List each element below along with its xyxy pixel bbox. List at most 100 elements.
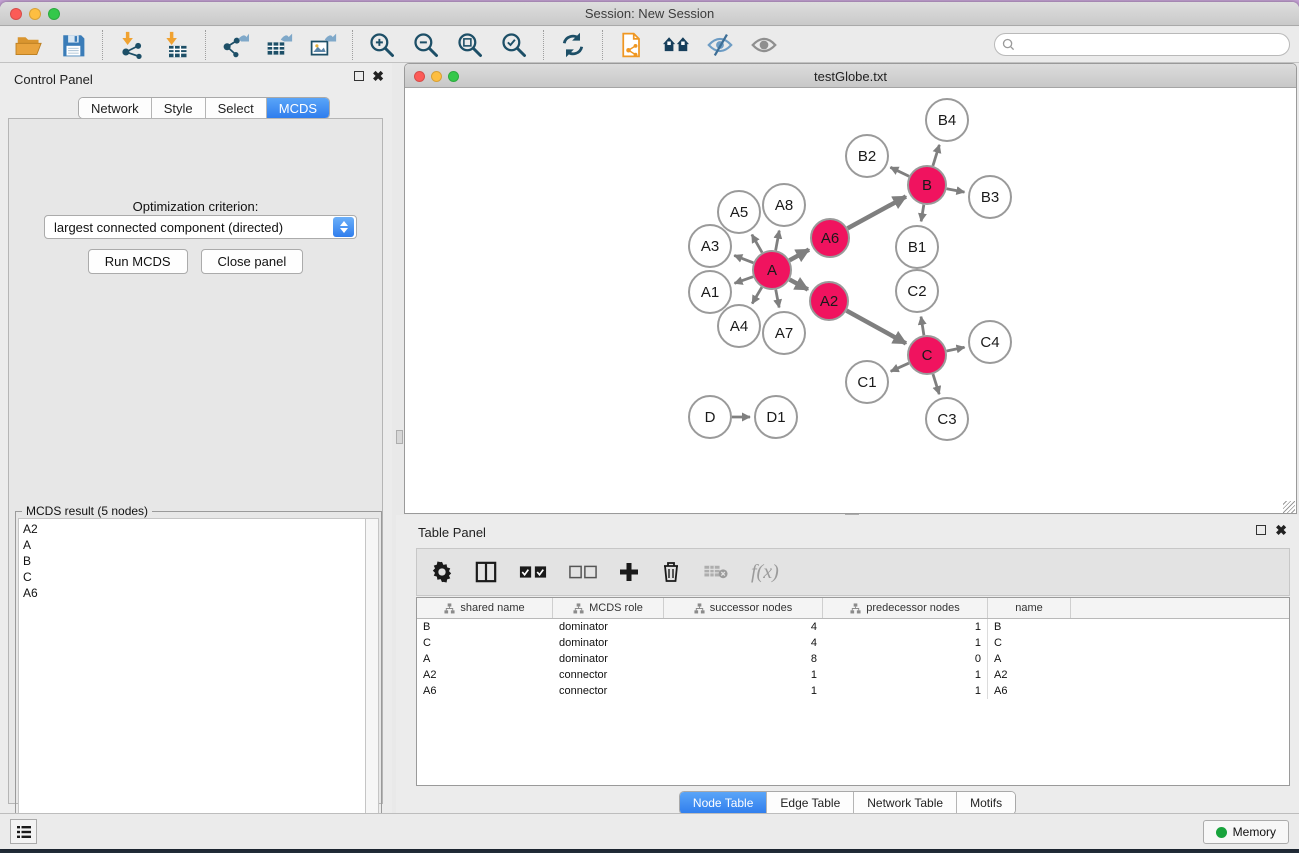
table-row[interactable]: A6connector11A6 xyxy=(417,683,1289,699)
table-cell[interactable]: B xyxy=(988,621,1071,633)
close-panel-button[interactable]: Close panel xyxy=(201,249,304,274)
memory-button[interactable]: Memory xyxy=(1203,820,1289,844)
float-table-panel-icon[interactable] xyxy=(1256,525,1266,535)
show-column-icon[interactable] xyxy=(475,559,497,585)
table-cell[interactable]: dominator xyxy=(553,621,664,633)
table-cell[interactable]: 0 xyxy=(823,651,988,667)
hide-unselected-icon[interactable] xyxy=(705,30,735,60)
column-header[interactable]: name xyxy=(988,598,1071,618)
run-mcds-button[interactable]: Run MCDS xyxy=(88,249,188,274)
graph-node[interactable]: A6 xyxy=(811,219,849,257)
table-cell[interactable]: 4 xyxy=(664,637,823,649)
graph-node[interactable]: B4 xyxy=(926,99,968,141)
table-row[interactable]: Adominator80A xyxy=(417,651,1289,667)
graph-node[interactable]: B1 xyxy=(896,226,938,268)
tab-edge-table[interactable]: Edge Table xyxy=(767,792,854,814)
graph-node[interactable]: C1 xyxy=(846,361,888,403)
table-cell[interactable]: A6 xyxy=(988,685,1071,697)
import-table-icon[interactable] xyxy=(161,30,191,60)
show-all-icon[interactable] xyxy=(749,30,779,60)
result-list-scrollbar[interactable] xyxy=(365,518,379,848)
zoom-selected-icon[interactable] xyxy=(499,30,529,60)
table-cell[interactable]: A6 xyxy=(417,685,553,697)
graph-node[interactable]: A2 xyxy=(810,282,848,320)
table-cell[interactable]: C xyxy=(988,637,1071,649)
graph-node[interactable]: C2 xyxy=(896,270,938,312)
column-header[interactable]: successor nodes xyxy=(664,598,823,618)
column-header[interactable]: MCDS role xyxy=(553,598,664,618)
tab-network-table[interactable]: Network Table xyxy=(854,792,957,814)
graph-node[interactable]: C3 xyxy=(926,398,968,440)
zoom-in-icon[interactable] xyxy=(367,30,397,60)
tab-network[interactable]: Network xyxy=(79,98,152,118)
network-window-titlebar[interactable]: testGlobe.txt xyxy=(405,64,1296,88)
open-file-icon[interactable] xyxy=(14,30,44,60)
graph-node[interactable]: A1 xyxy=(689,271,731,313)
export-table-icon[interactable] xyxy=(264,30,294,60)
table-cell[interactable]: C xyxy=(417,637,553,649)
delete-row-icon[interactable] xyxy=(661,559,681,585)
float-panel-icon[interactable] xyxy=(354,71,364,81)
graph-node[interactable]: A7 xyxy=(763,312,805,354)
import-network-icon[interactable] xyxy=(117,30,147,60)
export-image-icon[interactable] xyxy=(308,30,338,60)
table-cell[interactable]: dominator xyxy=(553,653,664,665)
table-cell[interactable]: A xyxy=(417,653,553,665)
graph-node[interactable]: A xyxy=(753,251,791,289)
tab-mcds[interactable]: MCDS xyxy=(267,98,329,118)
task-history-button[interactable] xyxy=(10,819,37,844)
table-cell[interactable]: connector xyxy=(553,669,664,681)
column-header[interactable]: shared name xyxy=(417,598,553,618)
mcds-result-item[interactable]: C xyxy=(23,569,361,585)
table-settings-icon[interactable] xyxy=(431,559,453,585)
window-resize-grip[interactable] xyxy=(1283,501,1295,513)
search-input[interactable] xyxy=(994,33,1290,56)
vertical-splitter-handle[interactable] xyxy=(396,430,403,444)
select-all-icon[interactable] xyxy=(519,559,547,585)
home-layout-icon[interactable] xyxy=(661,30,691,60)
table-cell[interactable]: 8 xyxy=(664,653,823,665)
table-cell[interactable]: A xyxy=(988,653,1071,665)
refresh-icon[interactable] xyxy=(558,30,588,60)
graph-node[interactable]: B3 xyxy=(969,176,1011,218)
mcds-result-item[interactable]: A2 xyxy=(23,521,361,537)
column-header[interactable]: predecessor nodes xyxy=(823,598,988,618)
zoom-fit-icon[interactable] xyxy=(455,30,485,60)
table-row[interactable]: Cdominator41C xyxy=(417,635,1289,651)
zoom-out-icon[interactable] xyxy=(411,30,441,60)
table-cell[interactable]: 1 xyxy=(823,667,988,683)
graph-node[interactable]: C4 xyxy=(969,321,1011,363)
close-table-panel-icon[interactable]: ✖ xyxy=(1275,525,1287,535)
table-cell[interactable]: dominator xyxy=(553,637,664,649)
graph-node[interactable]: C xyxy=(908,336,946,374)
table-cell[interactable]: 1 xyxy=(823,683,988,699)
mcds-result-item[interactable]: B xyxy=(23,553,361,569)
graph-node[interactable]: A5 xyxy=(718,191,760,233)
table-cell[interactable]: 4 xyxy=(664,621,823,633)
graph-node[interactable]: D xyxy=(689,396,731,438)
export-network-icon[interactable] xyxy=(220,30,250,60)
table-cell[interactable]: A2 xyxy=(988,669,1071,681)
graph-node[interactable]: A8 xyxy=(763,184,805,226)
mcds-result-item[interactable]: A6 xyxy=(23,585,361,601)
tab-motifs[interactable]: Motifs xyxy=(957,792,1015,814)
close-panel-icon[interactable]: ✖ xyxy=(372,71,384,81)
open-network-file-icon[interactable] xyxy=(617,30,647,60)
table-row[interactable]: A2connector11A2 xyxy=(417,667,1289,683)
tab-node-table[interactable]: Node Table xyxy=(680,792,768,814)
save-session-icon[interactable] xyxy=(58,30,88,60)
graph-node[interactable]: B2 xyxy=(846,135,888,177)
mcds-result-list[interactable]: A2ABCA6 xyxy=(18,518,365,848)
mcds-result-item[interactable]: A xyxy=(23,537,361,553)
graph-node[interactable]: A3 xyxy=(689,225,731,267)
table-cell[interactable]: B xyxy=(417,621,553,633)
optimization-criterion-select[interactable]: largest connected component (directed) xyxy=(44,215,357,239)
table-cell[interactable]: 1 xyxy=(823,635,988,651)
table-cell[interactable]: 1 xyxy=(664,685,823,697)
graph-node[interactable]: B xyxy=(908,166,946,204)
table-cell[interactable]: connector xyxy=(553,685,664,697)
table-cell[interactable]: 1 xyxy=(664,669,823,681)
table-cell[interactable]: 1 xyxy=(823,619,988,635)
graph-node[interactable]: A4 xyxy=(718,305,760,347)
add-row-icon[interactable] xyxy=(619,559,639,585)
